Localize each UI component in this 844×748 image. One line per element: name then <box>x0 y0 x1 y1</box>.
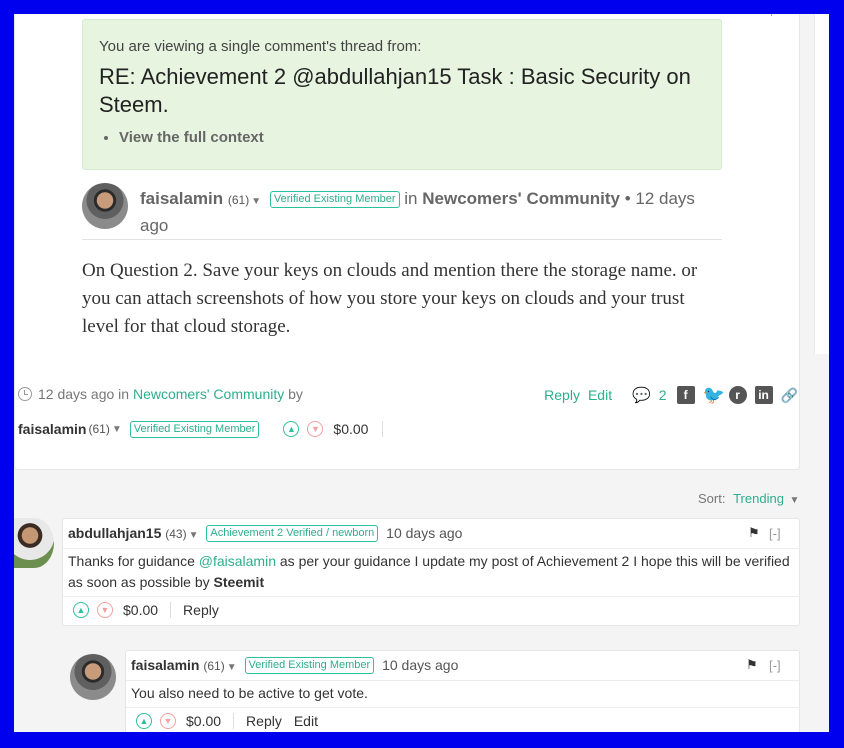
comment-text: Thanks for guidance <box>68 553 195 569</box>
collapse-button[interactable]: [-] <box>769 658 781 673</box>
upvote-button[interactable]: ▲ <box>136 713 152 729</box>
twitter-icon[interactable]: 🐦 <box>703 386 725 404</box>
reply-button[interactable]: Reply <box>544 387 580 403</box>
author-reputation: (61) <box>203 659 225 673</box>
upvote-button[interactable]: ▲ <box>73 602 89 618</box>
in-word: in <box>404 189 418 208</box>
downvote-button[interactable]: ▼ <box>97 602 113 618</box>
chevron-down-icon[interactable]: ▼ <box>189 530 199 541</box>
page-frame: ⚑ You are viewing a single comment's thr… <box>14 14 829 732</box>
flag-icon[interactable]: ⚑ <box>769 14 780 19</box>
context-title[interactable]: RE: Achievement 2 @abdullahjan15 Task : … <box>99 63 705 119</box>
meta-time: 12 days ago in <box>38 386 130 402</box>
author-badge: Verified Existing Member <box>129 420 260 438</box>
comment-card: faisalamin (61) ▼ Verified Existing Membe… <box>125 650 801 732</box>
post-body: On Question 2. Save your keys on clouds … <box>82 260 698 337</box>
author-reputation: (61) <box>88 422 110 436</box>
author-line: faisalamin (61) ▼ Verified Existing Membe… <box>140 187 720 238</box>
reply-button[interactable]: Reply <box>183 602 219 618</box>
chevron-down-icon[interactable]: ▼ <box>227 662 237 673</box>
downvote-button[interactable]: ▼ <box>307 421 324 437</box>
flag-icon[interactable]: ⚑ <box>748 525 760 541</box>
mention-link[interactable]: @faisalamin <box>199 553 276 569</box>
author-badge: Verified Existing Member <box>244 657 375 674</box>
comment-time: 10 days ago <box>382 657 459 673</box>
meta-by: by <box>288 386 303 402</box>
divider <box>382 421 384 437</box>
divider <box>126 707 801 708</box>
author-name[interactable]: faisalamin <box>140 189 223 208</box>
edit-button[interactable]: Edit <box>588 387 612 403</box>
reply-button[interactable]: Reply <box>246 713 282 729</box>
author-badge: Achievement 2 Verified / newborn <box>206 525 379 542</box>
context-intro: You are viewing a single comment's threa… <box>99 38 422 55</box>
payout-value[interactable]: $0.00 <box>123 602 158 618</box>
avatar[interactable] <box>14 518 54 568</box>
divider <box>170 602 172 618</box>
payout-value[interactable]: $0.00 <box>186 713 221 729</box>
edit-button[interactable]: Edit <box>294 713 318 729</box>
comment-body: Thanks for guidance @faisalamin as per y… <box>68 551 796 593</box>
clock-icon <box>18 387 32 401</box>
author-name[interactable]: abdullahjan15 <box>68 525 161 541</box>
collapse-button[interactable]: [-] <box>769 526 781 541</box>
sort-control[interactable]: Sort: Trending ▼ <box>698 491 799 506</box>
sort-value[interactable]: Trending <box>733 491 784 506</box>
comment-header: faisalamin (61) ▼ Verified Existing Membe… <box>131 657 458 674</box>
divider <box>63 548 801 549</box>
avatar[interactable] <box>82 183 128 229</box>
post-card: ⚑ You are viewing a single comment's thr… <box>14 14 800 470</box>
flag-icon[interactable]: ⚑ <box>746 657 758 673</box>
author-reputation: (43) <box>165 527 187 541</box>
author-badge: Verified Existing Member <box>269 191 400 208</box>
comment-header: abdullahjan15 (43) ▼ Achievement 2 Verifi… <box>68 525 462 542</box>
sort-label: Sort: <box>698 491 726 506</box>
author-name[interactable]: faisalamin <box>131 657 199 673</box>
community-link[interactable]: Newcomers' Community <box>422 189 620 208</box>
avatar[interactable] <box>70 654 116 700</box>
context-box: You are viewing a single comment's threa… <box>82 19 722 170</box>
payout-value[interactable]: $0.00 <box>333 421 368 437</box>
post-actions: Reply Edit 💬 2 f 🐦 r in 🔗 <box>544 386 798 404</box>
post-author-row: faisalamin (61) ▼ Verified Existing Membe… <box>82 183 722 239</box>
post-vote-row: faisalamin (61) ▼ Verified Existing Membe… <box>18 419 384 439</box>
meta-community-link[interactable]: Newcomers' Community <box>133 386 284 402</box>
comment-bold-text: Steemit <box>213 574 265 590</box>
upvote-button[interactable]: ▲ <box>283 421 300 437</box>
chevron-down-icon[interactable]: ▼ <box>251 196 261 207</box>
link-icon[interactable]: 🔗 <box>781 387 798 404</box>
chevron-down-icon[interactable]: ▼ <box>112 424 122 435</box>
post-meta-row: 12 days ago in Newcomers' Community by R… <box>18 386 798 408</box>
divider <box>233 713 235 729</box>
comments-icon[interactable]: 💬 <box>632 386 651 404</box>
comment-card: abdullahjan15 (43) ▼ Achievement 2 Verifi… <box>62 518 801 626</box>
divider <box>82 239 722 240</box>
comment-count[interactable]: 2 <box>659 387 667 403</box>
divider <box>63 596 801 597</box>
context-links: View the full context <box>99 129 705 146</box>
comment-footer: ▲ ▼ $0.00 Reply <box>73 602 219 618</box>
comment-body: You also need to be active to get vote. <box>131 685 368 701</box>
author-name[interactable]: faisalamin <box>18 421 86 437</box>
divider <box>126 680 801 681</box>
linkedin-icon[interactable]: in <box>754 386 773 404</box>
reddit-icon[interactable]: r <box>728 386 747 404</box>
downvote-button[interactable]: ▼ <box>160 713 176 729</box>
comment-footer: ▲ ▼ $0.00 Reply Edit <box>136 713 318 729</box>
view-full-context-link[interactable]: View the full context <box>119 129 705 146</box>
author-reputation: (61) <box>227 193 250 207</box>
facebook-icon[interactable]: f <box>676 386 695 404</box>
comment-time: 10 days ago <box>386 525 463 541</box>
chevron-down-icon[interactable]: ▼ <box>790 495 800 506</box>
sidebar-edge <box>814 14 829 354</box>
